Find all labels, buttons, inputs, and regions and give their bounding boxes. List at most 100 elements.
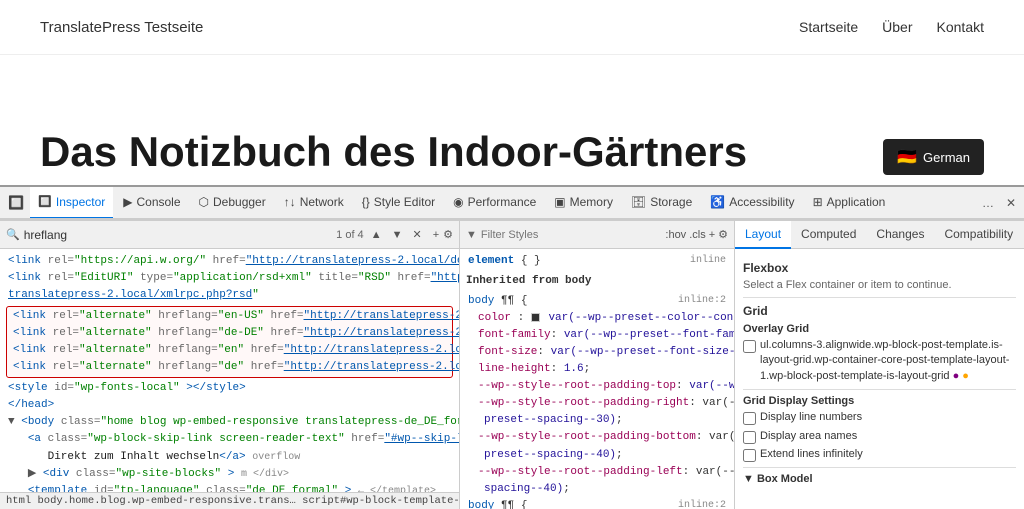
html-toolbar-add[interactable]: + [433,229,439,241]
css-line: body ¶¶ { inline:2 [466,293,728,310]
memory-icon: ▣ [554,195,565,209]
flexbox-desc: Select a Flex container or item to conti… [743,279,1016,291]
html-search-bar: 🔍 1 of 4 ▲ ▼ ✕ + ⚙ [0,221,459,249]
css-hov-button[interactable]: :hov [665,229,686,241]
tab-network[interactable]: ↑↓ Network [276,187,352,219]
css-prop-line: --wp--style--root--padding-right: var(--… [466,395,728,412]
tab-debugger[interactable]: ⬡ Debugger [191,187,274,219]
css-content: element { } inline Inherited from body b… [460,249,734,509]
nav-kontakt[interactable]: Kontakt [937,19,984,35]
tab-inspector[interactable]: 🔲 Inspector [30,187,113,219]
tab-performance[interactable]: ◉ Performance [445,187,544,219]
nav-startseite[interactable]: Startseite [799,19,858,35]
tab-application[interactable]: ⊞ Application [805,187,894,219]
purple-dot-icon: ● [953,370,960,382]
tab-compatibility[interactable]: Compatibility [934,221,1023,249]
performance-icon: ◉ [453,195,463,209]
devtools-toolbar: 🔲 🔲 Inspector ▶ Console ⬡ Debugger ↑↓ Ne… [0,187,1024,219]
german-badge: 🇩🇪 German [883,139,984,175]
css-settings-icon[interactable]: ⚙ [718,228,728,241]
orange-dot-icon: ● [962,370,969,382]
css-inherited-label: Inherited from body [466,273,728,290]
css-prop-line: font-size: var(--wp--preset--font-size--… [466,344,728,361]
display-line-numbers-label: Display line numbers [760,410,862,425]
display-area-names-checkbox[interactable] [743,431,756,444]
search-close-button[interactable]: ✕ [409,227,424,242]
website-title: TranslatePress Testseite [40,19,203,36]
website-bar: TranslatePress Testseite Startseite Über… [0,0,1024,55]
devtools-close-button[interactable]: ✕ [1002,194,1020,212]
tab-changes[interactable]: Changes [866,221,934,249]
tab-storage[interactable]: 🗄 Storage [623,187,700,219]
html-line: Direkt zum Inhalt wechseln</a> overflow [6,449,453,466]
display-line-numbers-checkbox[interactable] [743,412,756,425]
css-prop-line: preset--spacing--40); [466,447,728,464]
html-line: ▼ <body class="home blog wp-embed-respon… [6,414,453,431]
extend-lines-row: Extend lines infinitely [743,447,1016,462]
right-panel-tabs: Layout Computed Changes Compatibility F [735,221,1024,249]
css-filter-icon: ▼ [466,229,477,241]
html-search-input[interactable] [24,228,332,242]
right-panel-content: Flexbox Select a Flex container or item … [735,249,1024,509]
html-line-hreflang-2: <link rel="alternate" hreflang="de-DE" h… [11,325,448,342]
css-prop-line: --wp--style--root--padding-left: var(--w… [466,464,728,481]
html-line-hreflang-1: <link rel="alternate" hreflang="en-US" h… [11,308,448,325]
css-line: body ¶¶ { inline:2 [466,498,728,509]
tab-computed[interactable]: Computed [791,221,866,249]
overlay-grid-label: ul.columns-3.alignwide.wp-block-post-tem… [760,338,1016,384]
grid-display-settings-title: Grid Display Settings [743,395,1016,407]
display-area-names-row: Display area names [743,429,1016,444]
german-label: German [923,150,970,165]
css-line: element { } inline [466,253,728,270]
network-icon: ↑↓ [284,195,296,209]
html-line-hreflang-4: <link rel="alternate" hreflang="de" href… [11,359,448,376]
grid-title: Grid [743,304,1016,318]
tab-accessibility[interactable]: ♿ Accessibility [702,187,802,219]
css-prop-line: font-family: var(--wp--preset--font-fami… [466,327,728,344]
panel-css: ▼ :hov .cls + ⚙ element { } inline [460,221,735,509]
css-filter-input[interactable] [481,229,623,241]
html-search-count: 1 of 4 [336,229,364,241]
html-toolbar-settings[interactable]: ⚙ [443,228,453,241]
css-color-swatch[interactable] [531,313,540,322]
html-line: <link rel="https://api.w.org/" href="htt… [6,253,453,270]
panel-html: 🔍 1 of 4 ▲ ▼ ✕ + ⚙ <link rel="https://ap… [0,221,460,509]
inspector-icon: 🔲 [38,195,52,208]
overlay-grid-item: ul.columns-3.alignwide.wp-block-post-tem… [743,338,1016,384]
tab-layout[interactable]: Layout [735,221,791,249]
css-prop-line: --wp--style--root--padding-bottom: var(-… [466,429,728,446]
devtools-more-button[interactable]: … [978,194,998,212]
tab-console[interactable]: ▶ Console [115,187,188,219]
extend-lines-checkbox[interactable] [743,449,756,462]
html-line: <template id="tp-language" class="de_DE_… [6,483,453,492]
storage-icon: 🗄 [631,195,646,209]
html-line-hreflang-3: <link rel="alternate" hreflang="en" href… [11,342,448,359]
css-prop-line: color : var(--wp--preset--color--contras… [466,310,728,327]
html-line: ▶ <div class="wp-site-blocks" > m </div> [6,466,453,483]
css-plus-button[interactable]: + [709,229,715,241]
css-cls-button[interactable]: .cls [689,229,706,241]
inspector-pick-icon[interactable]: 🔲 [4,193,28,213]
flexbox-title: Flexbox [743,261,1016,275]
application-icon: ⊞ [813,195,823,209]
css-prop-line: line-height: 1.6; [466,361,728,378]
german-flag-icon: 🇩🇪 [897,147,917,167]
html-line: </head> [6,397,453,414]
overlay-grid-checkbox[interactable] [743,340,756,353]
css-prop-line: --wp--style--root--padding-top: var(--wp… [466,378,728,395]
tab-memory[interactable]: ▣ Memory [546,187,621,219]
box-model-title: ▼ Box Model [743,473,1016,485]
search-prev-button[interactable]: ▲ [368,228,385,242]
css-toolbar: ▼ :hov .cls + ⚙ [460,221,734,249]
html-line: translatepress-2.local/xmlrpc.php?rsd" [6,287,453,304]
html-content: <link rel="https://api.w.org/" href="htt… [0,249,459,492]
html-line: <style id="wp-fonts-local" ></style> [6,380,453,397]
nav-uber[interactable]: Über [882,19,912,35]
html-breadcrumb: html body.home.blog.wp-embed-responsive.… [0,492,459,509]
css-prop-line: spacing--40); [466,481,728,498]
search-next-button[interactable]: ▼ [389,228,406,242]
divider [743,467,1016,468]
html-line: <a class="wp-block-skip-link screen-read… [6,431,453,448]
hreflang-highlight-box: <link rel="alternate" hreflang="en-US" h… [6,306,453,378]
tab-style-editor[interactable]: {} Style Editor [354,187,443,219]
